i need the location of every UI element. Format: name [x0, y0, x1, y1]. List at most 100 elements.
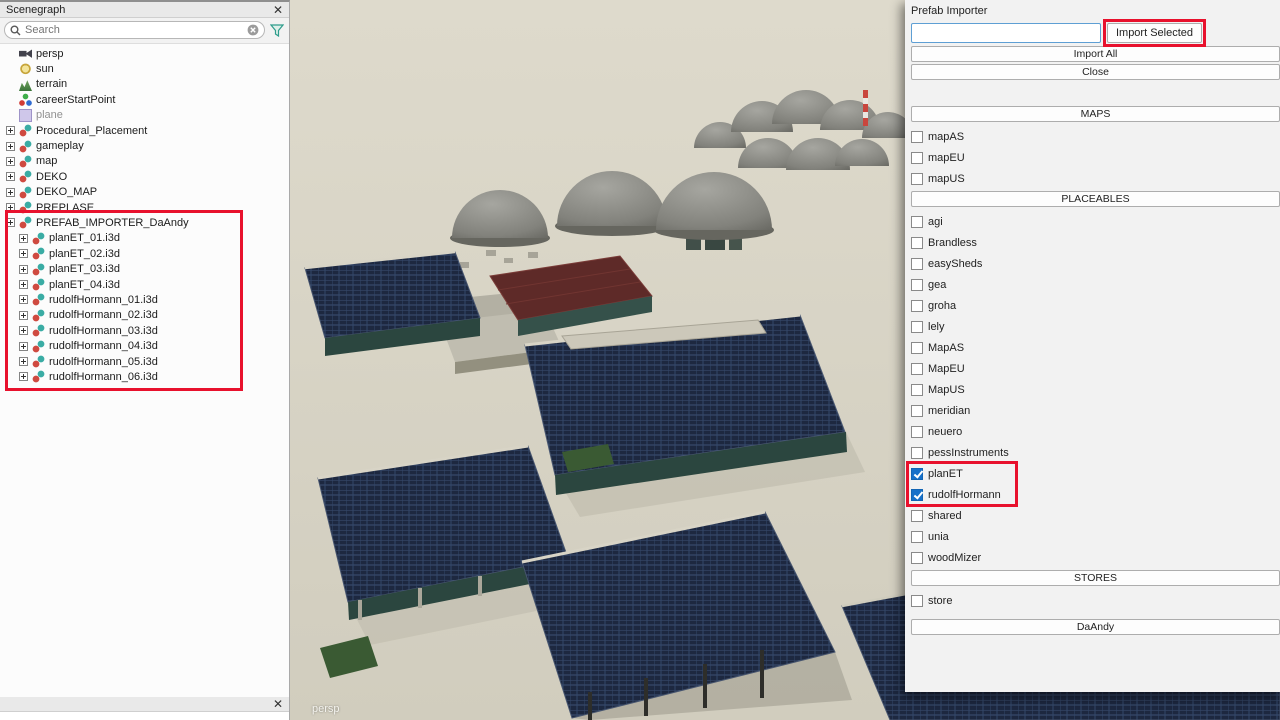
tree-item[interactable]: planET_01.i3d	[0, 231, 289, 246]
checkbox-row-agi[interactable]: agi	[911, 211, 1280, 232]
tree-item[interactable]: planET_02.i3d	[0, 246, 289, 261]
tree-item[interactable]: rudolfHormann_02.i3d	[0, 308, 289, 323]
section-header-stores[interactable]: STORES	[911, 570, 1280, 586]
checkbox-row-shared[interactable]: shared	[911, 505, 1280, 526]
expander-icon[interactable]	[19, 265, 28, 274]
tree-item[interactable]: DEKO	[0, 169, 289, 184]
checkbox-row-planET[interactable]: planET	[911, 463, 1280, 484]
checkbox-row-mapAS[interactable]: mapAS	[911, 126, 1280, 147]
expander-icon[interactable]	[6, 157, 15, 166]
import-selected-button[interactable]: Import Selected	[1107, 23, 1202, 43]
scenegraph-titlebar[interactable]: Scenegraph ✕	[0, 2, 289, 18]
checkbox-row-easySheds[interactable]: easySheds	[911, 253, 1280, 274]
tree-item-label: planET_03.i3d	[49, 263, 120, 275]
search-box[interactable]	[4, 21, 265, 39]
checkbox[interactable]	[911, 447, 923, 459]
expander-icon[interactable]	[19, 372, 28, 381]
expander-icon[interactable]	[19, 295, 28, 304]
tree-item[interactable]: terrain	[0, 77, 289, 92]
checkbox[interactable]	[911, 279, 923, 291]
checkbox[interactable]	[911, 131, 923, 143]
checkbox[interactable]	[911, 363, 923, 375]
expander-icon[interactable]	[19, 326, 28, 335]
expander-icon[interactable]	[19, 249, 28, 258]
import-all-button[interactable]: Import All	[911, 46, 1280, 62]
checkbox[interactable]	[911, 258, 923, 270]
checkbox-row-unia[interactable]: unia	[911, 526, 1280, 547]
checkbox-row-gea[interactable]: gea	[911, 274, 1280, 295]
expander-icon[interactable]	[19, 342, 28, 351]
tree-item[interactable]: planET_03.i3d	[0, 261, 289, 276]
checkbox[interactable]	[911, 405, 923, 417]
checkbox-row-neuero[interactable]: neuero	[911, 421, 1280, 442]
tree-item-label: sun	[36, 63, 54, 75]
checkbox-row-lely[interactable]: lely	[911, 316, 1280, 337]
tree-item[interactable]: Procedural_Placement	[0, 123, 289, 138]
checkbox-row-mapUS[interactable]: mapUS	[911, 168, 1280, 189]
tree-item[interactable]: planET_04.i3d	[0, 277, 289, 292]
expander-icon[interactable]	[6, 142, 15, 151]
checkbox-row-Brandless[interactable]: Brandless	[911, 232, 1280, 253]
close-button[interactable]: Close	[911, 64, 1280, 80]
section-header-daandy[interactable]: DaAndy	[911, 619, 1280, 635]
checkbox[interactable]	[911, 489, 923, 501]
tree-item[interactable]: map	[0, 154, 289, 169]
close-icon[interactable]: ✕	[273, 4, 283, 16]
expander-icon[interactable]	[19, 311, 28, 320]
tree-item[interactable]: persp	[0, 46, 289, 61]
checkbox-row-MapEU[interactable]: MapEU	[911, 358, 1280, 379]
checkbox[interactable]	[911, 216, 923, 228]
checkbox[interactable]	[911, 595, 923, 607]
checkbox-row-groha[interactable]: groha	[911, 295, 1280, 316]
checkbox-row-pessInstruments[interactable]: pessInstruments	[911, 442, 1280, 463]
section-header-label: STORES	[1074, 572, 1117, 584]
expander-icon[interactable]	[19, 280, 28, 289]
checkbox[interactable]	[911, 152, 923, 164]
tree-item[interactable]: plane	[0, 108, 289, 123]
expander-icon[interactable]	[6, 203, 15, 212]
checkbox[interactable]	[911, 342, 923, 354]
checkbox[interactable]	[911, 321, 923, 333]
close-icon[interactable]: ✕	[273, 698, 283, 710]
checkbox[interactable]	[911, 510, 923, 522]
checkbox-row-mapEU[interactable]: mapEU	[911, 147, 1280, 168]
expander-icon[interactable]	[6, 172, 15, 181]
checkbox-row-store[interactable]: store	[911, 590, 1280, 611]
section-header-maps[interactable]: MAPS	[911, 106, 1280, 122]
expander-icon[interactable]	[6, 126, 15, 135]
checkbox-row-rudolfHormann[interactable]: rudolfHormann	[911, 484, 1280, 505]
clear-search-icon[interactable]	[247, 24, 259, 36]
checkbox[interactable]	[911, 531, 923, 543]
checkbox[interactable]	[911, 468, 923, 480]
checkbox-row-meridian[interactable]: meridian	[911, 400, 1280, 421]
tree-item[interactable]: DEKO_MAP	[0, 185, 289, 200]
expander-icon[interactable]	[19, 357, 28, 366]
tree-item[interactable]: rudolfHormann_05.i3d	[0, 354, 289, 369]
checkbox[interactable]	[911, 237, 923, 249]
filter-funnel-icon[interactable]	[270, 24, 284, 37]
tree-item[interactable]: rudolfHormann_06.i3d	[0, 369, 289, 384]
tree-item[interactable]: rudolfHormann_01.i3d	[0, 292, 289, 307]
prefab-filter-input[interactable]	[911, 23, 1101, 43]
tree-item[interactable]: careerStartPoint	[0, 92, 289, 107]
checkbox[interactable]	[911, 173, 923, 185]
search-input[interactable]	[25, 24, 243, 36]
tree-item[interactable]: rudolfHormann_03.i3d	[0, 323, 289, 338]
checkbox[interactable]	[911, 300, 923, 312]
checkbox-row-woodMizer[interactable]: woodMizer	[911, 547, 1280, 568]
tree-item[interactable]: PREFAB_IMPORTER_DaAndy	[0, 215, 289, 230]
tree-item[interactable]: gameplay	[0, 138, 289, 153]
checkbox-row-MapUS[interactable]: MapUS	[911, 379, 1280, 400]
tree-item[interactable]: PREPLASE	[0, 200, 289, 215]
tree-item[interactable]: rudolfHormann_04.i3d	[0, 338, 289, 353]
section-header-placeables[interactable]: PLACEABLES	[911, 191, 1280, 207]
checkbox[interactable]	[911, 426, 923, 438]
expander-icon[interactable]	[19, 234, 28, 243]
checkbox-row-MapAS[interactable]: MapAS	[911, 337, 1280, 358]
expander-icon[interactable]	[6, 218, 15, 227]
tree-item[interactable]: sun	[0, 61, 289, 76]
bottom-panel-titlebar[interactable]: ✕	[0, 697, 289, 712]
checkbox[interactable]	[911, 384, 923, 396]
checkbox[interactable]	[911, 552, 923, 564]
expander-icon[interactable]	[6, 188, 15, 197]
